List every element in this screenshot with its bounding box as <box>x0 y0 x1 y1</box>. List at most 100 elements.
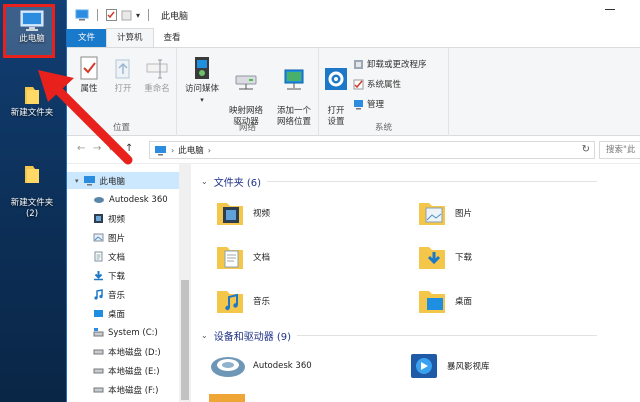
map-network-drive-button[interactable]: 映射网络 驱动器 <box>223 56 269 128</box>
desktop-icon-label: 新建文件夹 (2) <box>10 198 54 219</box>
nav-item-music[interactable]: 音乐 <box>93 286 125 303</box>
refresh-icon[interactable]: ↻ <box>582 144 590 155</box>
autodesk-icon <box>211 357 245 377</box>
collapse-chevron-icon: ⌄ <box>201 331 208 340</box>
navigation-pane: ▾ 此电脑 Autodesk 360 视频 图片 文档 下载 音乐 桌面 Sys… <box>67 164 191 402</box>
minimize-button[interactable] <box>605 9 615 10</box>
nav-item-pictures[interactable]: 图片 <box>93 229 125 246</box>
folder-downloads[interactable]: 下载 <box>417 242 472 272</box>
check-icon <box>353 79 364 89</box>
section-divider <box>297 335 598 336</box>
section-header-devices[interactable]: ⌄ 设备和驱动器 (9) <box>201 328 598 343</box>
section-header-folders[interactable]: ⌄ 文件夹 (6) <box>201 174 598 189</box>
ribbon-group-label: 系统 <box>374 123 392 133</box>
access-media-button[interactable]: 访问媒体 ▾ <box>183 56 221 106</box>
open-icon <box>115 59 130 79</box>
document-folder-icon <box>217 247 243 269</box>
device-autodesk-360[interactable]: Autodesk 360 <box>209 350 312 382</box>
ribbon-group-label: 位置 <box>112 123 130 133</box>
nav-item-drive-c[interactable]: System (C:) <box>93 324 158 341</box>
desktop-folder-icon <box>419 291 445 313</box>
content-pane: ⌄ 文件夹 (6) 视频 图片 文档 下载 音乐 桌面 ⌄ 设备和驱动器 (9)… <box>191 164 640 402</box>
nav-item-downloads[interactable]: 下载 <box>93 267 125 284</box>
folder-desktop[interactable]: 桌面 <box>417 286 472 316</box>
window-title: 此电脑 <box>161 11 189 22</box>
collapse-chevron-icon: ⌄ <box>201 177 208 186</box>
ribbon: 属性 打开 重命名 位置 访问媒体 ▾ 映射网络 驱动器 添加一个 网络位置 网… <box>67 48 640 136</box>
add-network-location-button[interactable]: 添加一个 网络位置 <box>271 56 317 128</box>
tab-file[interactable]: 文件 <box>67 29 107 47</box>
recent-chevron-icon[interactable]: ▾ <box>109 145 113 153</box>
nav-item-documents[interactable]: 文档 <box>93 248 125 265</box>
music-folder-icon <box>217 291 243 313</box>
scrollbar-thumb[interactable] <box>181 280 189 400</box>
open-settings-button[interactable]: 打开 设置 <box>323 56 349 128</box>
ribbon-group-network: 访问媒体 ▾ 映射网络 驱动器 添加一个 网络位置 网络 <box>177 48 319 136</box>
properties-icon <box>80 56 98 80</box>
properties-button[interactable]: 属性 <box>75 56 103 95</box>
ribbon-tabs: 文件 计算机 查看 <box>67 28 640 48</box>
search-input[interactable]: 搜索"此 <box>599 141 640 159</box>
rename-button[interactable]: 重命名 <box>141 56 173 95</box>
gear-icon <box>325 68 347 90</box>
chevron-down-icon[interactable]: ▾ <box>136 11 140 20</box>
up-arrow-icon[interactable]: ↑ <box>125 143 133 154</box>
system-properties-button[interactable]: 系统属性 <box>353 78 401 90</box>
document-icon <box>94 251 103 262</box>
computer-manage-icon <box>354 99 363 109</box>
uninstall-program-button[interactable]: 卸载或更改程序 <box>353 58 427 70</box>
open-button[interactable]: 打开 <box>109 56 137 95</box>
folder-documents[interactable]: 文档 <box>215 242 270 272</box>
nav-item-drive-f[interactable]: 本地磁盘 (F:) <box>93 381 158 398</box>
new-folder-icon[interactable] <box>121 9 132 21</box>
collapse-chevron-icon: ▾ <box>75 176 79 185</box>
breadcrumb-this-pc[interactable]: 此电脑 <box>178 144 204 156</box>
nav-item-drive-e[interactable]: 本地磁盘 (E:) <box>93 362 160 379</box>
manage-button[interactable]: 管理 <box>353 98 384 110</box>
drive-icon <box>209 394 245 402</box>
navigation-scrollbar[interactable] <box>179 164 191 402</box>
device-baofeng-library[interactable]: 暴风影视库 <box>409 350 490 382</box>
drive-icon <box>93 368 104 374</box>
video-icon <box>94 214 103 223</box>
ribbon-group-location: 属性 打开 重命名 位置 <box>67 48 177 136</box>
folder-videos[interactable]: 视频 <box>215 198 270 228</box>
address-input[interactable]: › 此电脑 › ↻ <box>149 141 595 159</box>
picture-folder-icon <box>419 203 445 225</box>
programs-icon <box>354 59 363 69</box>
desktop: 此电脑 新建文件夹 新建文件夹 (2) <box>0 0 66 402</box>
properties-icon[interactable] <box>106 9 117 21</box>
nav-item-this-pc[interactable]: ▾ 此电脑 <box>67 172 179 189</box>
tab-computer[interactable]: 计算机 <box>106 28 154 47</box>
rename-icon <box>146 59 168 79</box>
file-explorer-window: ▾ 此电脑 文件 计算机 查看 属性 打开 重命名 位置 访问媒体 ▾ 映射网络… <box>66 0 640 402</box>
tab-view[interactable]: 查看 <box>154 29 191 47</box>
nav-item-drive-d[interactable]: 本地磁盘 (D:) <box>93 343 161 360</box>
folder-music[interactable]: 音乐 <box>215 286 270 316</box>
desktop-icon-new-folder-2[interactable]: 新建文件夹 (2) <box>2 152 62 220</box>
forward-arrow-icon[interactable]: → <box>93 143 101 154</box>
chevron-down-icon: ▾ <box>200 96 204 104</box>
picture-icon <box>93 233 104 242</box>
ribbon-group-label: 网络 <box>238 123 256 133</box>
desktop-icon-this-pc[interactable]: 此电脑 <box>2 10 62 45</box>
address-bar-row: ← → ▾ ↑ › 此电脑 › ↻ 搜索"此 <box>67 136 640 164</box>
system-drive-icon <box>93 328 104 337</box>
back-arrow-icon[interactable]: ← <box>77 143 85 154</box>
download-icon <box>94 271 103 281</box>
ribbon-group-system: 打开 设置 卸载或更改程序 系统属性 管理 系统 <box>319 48 449 136</box>
network-drive-icon <box>235 75 257 90</box>
nav-item-desktop[interactable]: 桌面 <box>93 305 125 322</box>
desktop-icon-new-folder[interactable]: 新建文件夹 <box>2 84 62 119</box>
network-location-icon <box>284 69 304 90</box>
music-icon <box>94 289 103 300</box>
folder-pictures[interactable]: 图片 <box>417 198 472 228</box>
nav-item-autodesk-360[interactable]: Autodesk 360 <box>93 191 168 208</box>
desktop-icon-label: 此电脑 <box>19 34 45 44</box>
computer-icon <box>75 9 89 21</box>
quick-access-toolbar: ▾ <box>75 9 153 21</box>
drive-icon <box>93 349 104 355</box>
breadcrumb-chevron-icon: › <box>171 145 175 155</box>
video-library-icon <box>411 354 437 378</box>
nav-item-videos[interactable]: 视频 <box>93 210 125 227</box>
